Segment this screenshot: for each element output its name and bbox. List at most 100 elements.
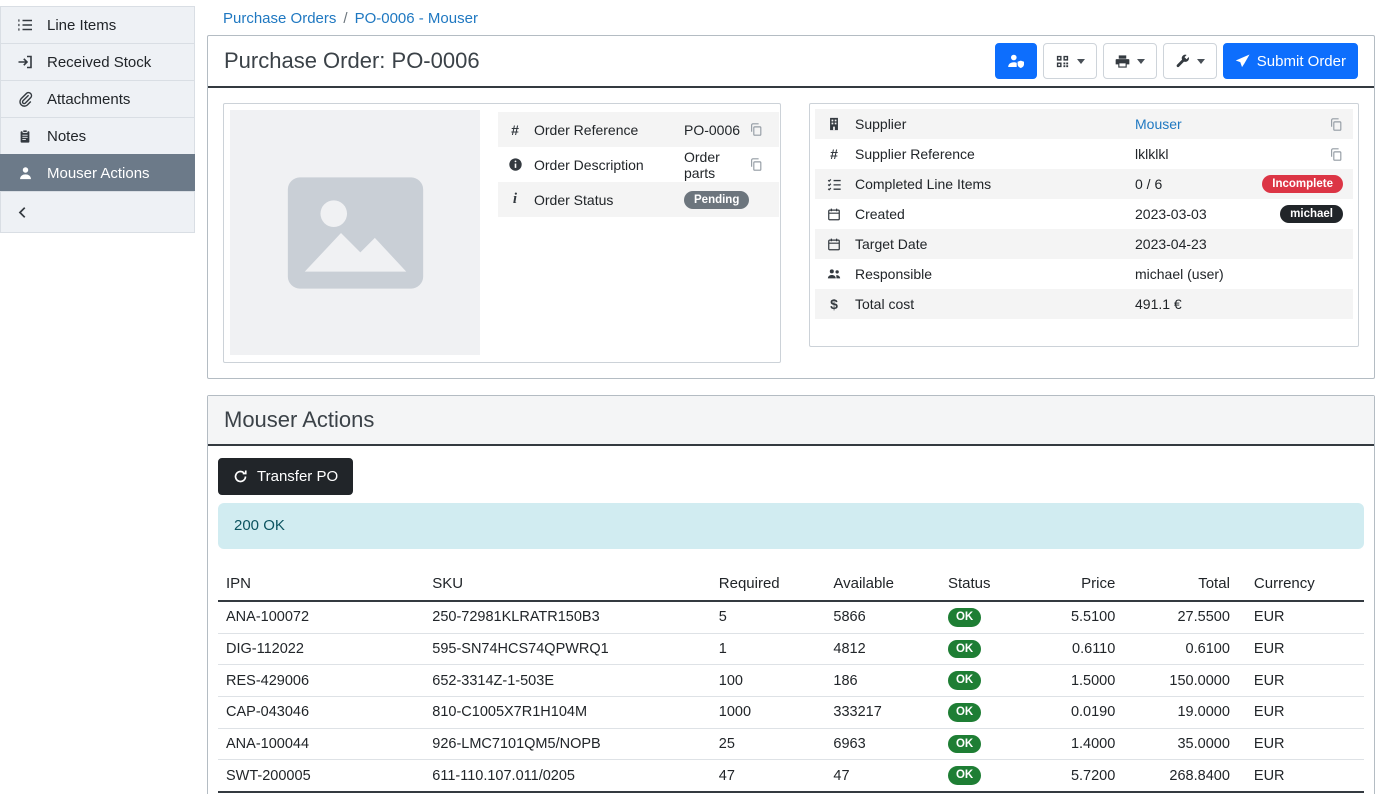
user-icon xyxy=(16,165,34,181)
calendar-icon xyxy=(825,237,843,252)
incomplete-badge: Incomplete xyxy=(1262,175,1343,194)
order-info-table: # Order Reference PO-0006 Order Descri xyxy=(498,110,779,356)
cell-total: 0.6100 xyxy=(1123,633,1238,665)
ok-badge: OK xyxy=(948,640,981,659)
col-ipn: IPN xyxy=(218,567,424,601)
main-content: Purchase Orders / PO-0006 - Mouser Purchas… xyxy=(195,0,1383,794)
cell-required: 100 xyxy=(711,665,826,697)
supplier-link[interactable]: Mouser xyxy=(1135,116,1329,132)
print-actions-button[interactable] xyxy=(1103,43,1157,79)
cell-ipn: DIG-112022 xyxy=(218,633,424,665)
transfer-po-button[interactable]: Transfer PO xyxy=(218,458,353,495)
chevron-left-icon xyxy=(16,205,30,220)
sidebar-item-notes[interactable]: Notes xyxy=(0,117,195,155)
detail-label: Target Date xyxy=(855,236,1135,252)
detail-value: 491.1 € xyxy=(1135,296,1343,312)
page: Line Items Received Stock Attachments No… xyxy=(0,0,1383,794)
detail-label: Responsible xyxy=(855,266,1135,282)
qr-icon xyxy=(1055,54,1070,69)
chevron-down-icon xyxy=(1197,59,1205,64)
part-image-placeholder xyxy=(230,110,480,355)
col-total: Total xyxy=(1123,567,1238,601)
submit-order-button[interactable]: Submit Order xyxy=(1223,43,1358,79)
sidebar-item-label: Mouser Actions xyxy=(47,165,150,182)
cell-sku: 595-SN74HCS74QPWRQ1 xyxy=(424,633,711,665)
breadcrumb-separator: / xyxy=(343,10,347,27)
cell-sku: 926-LMC7101QM5/NOPB xyxy=(424,728,711,760)
copy-icon[interactable] xyxy=(749,157,771,172)
table-row: DIG-112022 595-SN74HCS74QPWRQ1 1 4812 OK… xyxy=(218,633,1364,665)
ok-badge: OK xyxy=(948,766,981,785)
cell-available: 333217 xyxy=(825,696,940,728)
cell-available: 47 xyxy=(825,760,940,792)
users-icon xyxy=(825,267,843,281)
cell-currency: EUR xyxy=(1238,665,1364,697)
cell-available: 5866 xyxy=(825,601,940,633)
cell-total: 268.8400 xyxy=(1123,760,1238,792)
cell-available: 6963 xyxy=(825,728,940,760)
cell-ipn: RES-429006 xyxy=(218,665,424,697)
table-row: SWT-200005 611-110.107.011/0205 47 47 OK… xyxy=(218,760,1364,792)
ok-badge: OK xyxy=(948,671,981,690)
list-icon xyxy=(16,17,34,33)
order-actions-button[interactable] xyxy=(1163,43,1217,79)
responsible-row: Responsible michael (user) xyxy=(815,259,1353,289)
detail-value: Pending xyxy=(684,190,749,210)
purchase-order-header: Purchase Order: PO-0006 xyxy=(208,36,1374,88)
info-icon: i xyxy=(506,191,524,208)
cell-required: 1 xyxy=(711,633,826,665)
completed-line-items-row: Completed Line Items 0 / 6 Incomplete xyxy=(815,169,1353,199)
sidebar-item-label: Notes xyxy=(47,128,86,145)
copy-icon[interactable] xyxy=(749,122,771,137)
sidebar-item-attachments[interactable]: Attachments xyxy=(0,80,195,118)
detail-value: 0 / 6 xyxy=(1135,176,1262,192)
page-title: Purchase Order: PO-0006 xyxy=(224,48,480,74)
detail-label: Total cost xyxy=(855,296,1135,312)
cell-currency: EUR xyxy=(1238,601,1364,633)
order-description-row: Order Description Order parts xyxy=(498,147,779,182)
mouser-actions-header: Mouser Actions xyxy=(208,396,1374,446)
detail-label: Supplier Reference xyxy=(855,146,1135,162)
breadcrumb-link-purchase-orders[interactable]: Purchase Orders xyxy=(223,10,336,27)
mouser-actions-title: Mouser Actions xyxy=(224,407,374,433)
sidebar-item-received-stock[interactable]: Received Stock xyxy=(0,43,195,81)
supplier-info-card: Supplier Mouser # Supplier Reference lkl… xyxy=(809,103,1359,347)
detail-label: Order Description xyxy=(534,157,684,173)
chevron-down-icon xyxy=(1077,59,1085,64)
order-info-card: # Order Reference PO-0006 Order Descri xyxy=(223,103,781,363)
cell-ipn: ANA-100072 xyxy=(218,601,424,633)
col-currency: Currency xyxy=(1238,567,1364,601)
dollar-icon: $ xyxy=(825,296,843,312)
cell-total: 27.5500 xyxy=(1123,601,1238,633)
sidebar-collapse-button[interactable] xyxy=(0,191,195,233)
detail-value: 2023-04-23 xyxy=(1135,236,1343,252)
copy-icon[interactable] xyxy=(1329,147,1343,162)
ok-badge: OK xyxy=(948,703,981,722)
cell-total: 19.0000 xyxy=(1123,696,1238,728)
copy-icon[interactable] xyxy=(1329,117,1343,132)
supplier-actions-button[interactable] xyxy=(995,43,1037,79)
cell-sku: 250-72981KLRATR150B3 xyxy=(424,601,711,633)
user-badge: michael xyxy=(1280,205,1343,224)
detail-label: Order Reference xyxy=(534,122,684,138)
ok-badge: OK xyxy=(948,735,981,754)
cell-required: 1000 xyxy=(711,696,826,728)
cell-status: OK xyxy=(940,760,1032,792)
cell-price: 1.4000 xyxy=(1032,728,1124,760)
cell-required: 5 xyxy=(711,601,826,633)
transfer-po-label: Transfer PO xyxy=(257,468,338,485)
detail-label: Supplier xyxy=(855,116,1135,132)
sidebar-item-line-items[interactable]: Line Items xyxy=(0,6,195,44)
breadcrumb-link-current[interactable]: PO-0006 - Mouser xyxy=(355,10,478,27)
col-sku: SKU xyxy=(424,567,711,601)
detail-value: 2023-03-03 xyxy=(1135,206,1280,222)
cell-status: OK xyxy=(940,728,1032,760)
cell-ipn: CAP-043046 xyxy=(218,696,424,728)
target-date-row: Target Date 2023-04-23 xyxy=(815,229,1353,259)
table-row: ANA-100072 250-72981KLRATR150B3 5 5866 O… xyxy=(218,601,1364,633)
barcode-actions-button[interactable] xyxy=(1043,43,1097,79)
breadcrumb: Purchase Orders / PO-0006 - Mouser xyxy=(207,8,1375,35)
ok-badge: OK xyxy=(948,608,981,627)
sidebar-item-mouser-actions[interactable]: Mouser Actions xyxy=(0,154,195,192)
cell-required: 47 xyxy=(711,760,826,792)
